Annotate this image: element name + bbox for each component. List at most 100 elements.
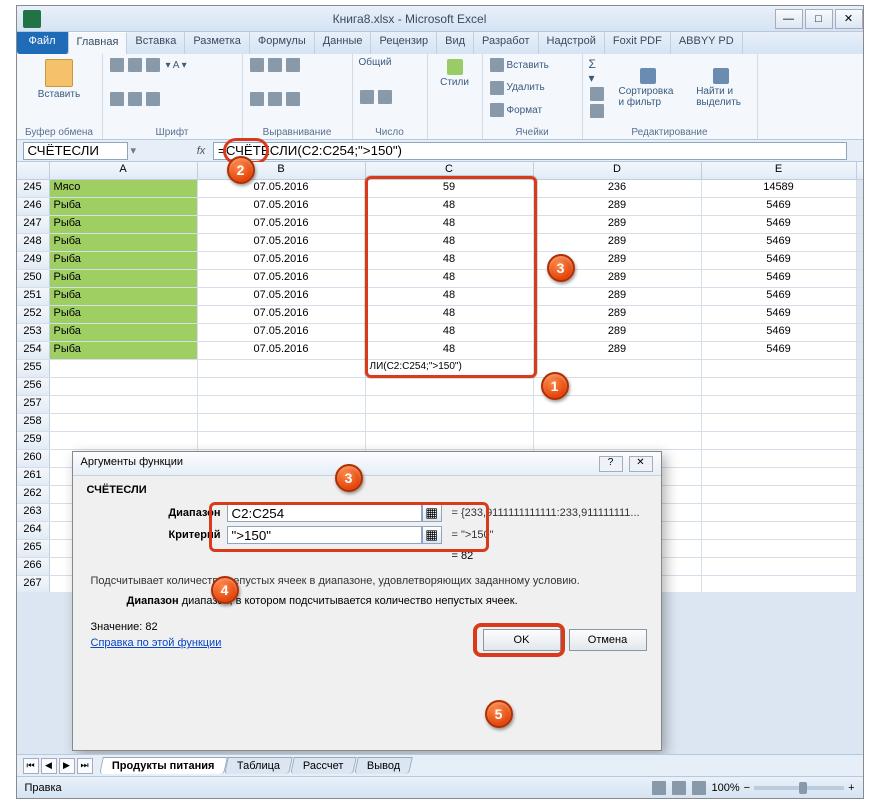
cell[interactable]: 5469 (702, 270, 857, 287)
arg2-range-button[interactable]: ▦ (422, 526, 442, 544)
cell[interactable]: Рыба (50, 198, 198, 215)
arg1-range-button[interactable]: ▦ (422, 504, 442, 522)
row-header[interactable]: 261 (17, 468, 50, 485)
tab-file[interactable]: Файл (17, 32, 69, 54)
cell[interactable]: 5469 (702, 324, 857, 341)
row-header[interactable]: 265 (17, 540, 50, 557)
cell[interactable]: 289 (534, 198, 702, 215)
row-header[interactable]: 260 (17, 450, 50, 467)
dialog-help-icon[interactable]: ? (599, 456, 623, 472)
tab-layout[interactable]: Разметка (185, 32, 250, 54)
cell[interactable]: 07.05.2016 (198, 270, 366, 287)
tab-review[interactable]: Рецензир (371, 32, 437, 54)
cell[interactable]: 07.05.2016 (198, 180, 366, 197)
cancel-button[interactable]: Отмена (569, 629, 647, 651)
fill-icon[interactable] (128, 92, 142, 106)
col-header-a[interactable]: A (50, 162, 198, 179)
cell[interactable]: 07.05.2016 (198, 252, 366, 269)
cell[interactable]: 48 (366, 342, 534, 359)
row-header[interactable]: 248 (17, 234, 50, 251)
dialog-close-icon[interactable]: ✕ (629, 456, 653, 472)
row-header[interactable]: 252 (17, 306, 50, 323)
view-normal-icon[interactable] (652, 781, 666, 795)
cell[interactable]: 5469 (702, 216, 857, 233)
font-color-icon[interactable] (146, 92, 160, 106)
cell[interactable]: 5469 (702, 288, 857, 305)
cell[interactable]: 07.05.2016 (198, 198, 366, 215)
sheet-nav-next[interactable]: ▶ (59, 758, 75, 774)
cell[interactable]: 48 (366, 198, 534, 215)
tab-dev[interactable]: Разработ (474, 32, 538, 54)
cell[interactable]: Рыба (50, 216, 198, 233)
maximize-button[interactable]: □ (805, 9, 833, 29)
arg1-input[interactable] (227, 504, 422, 522)
cell[interactable]: 48 (366, 270, 534, 287)
minimize-button[interactable]: — (775, 9, 803, 29)
underline-icon[interactable] (146, 58, 160, 72)
cell[interactable]: 48 (366, 324, 534, 341)
col-header-d[interactable]: D (534, 162, 702, 179)
row-header[interactable]: 258 (17, 414, 50, 431)
cell[interactable]: Рыба (50, 270, 198, 287)
cell[interactable]: Рыба (50, 234, 198, 251)
cell[interactable]: 48 (366, 234, 534, 251)
border-icon[interactable] (110, 92, 124, 106)
row-header[interactable]: 255 (17, 360, 50, 377)
row-header[interactable]: 264 (17, 522, 50, 539)
cell[interactable]: 289 (534, 342, 702, 359)
cell[interactable]: 5469 (702, 252, 857, 269)
row-header[interactable]: 247 (17, 216, 50, 233)
expand-icon[interactable]: ▾ (131, 144, 137, 157)
sheet-nav-prev[interactable]: ◀ (41, 758, 57, 774)
row-header[interactable]: 246 (17, 198, 50, 215)
bold-icon[interactable] (110, 58, 124, 72)
sheet-tab-3[interactable]: Рассчет (290, 757, 356, 774)
styles-button[interactable]: Стили (434, 57, 476, 90)
cell[interactable]: 48 (366, 306, 534, 323)
cell[interactable]: 236 (534, 180, 702, 197)
tab-foxit[interactable]: Foxit PDF (605, 32, 671, 54)
row-header[interactable]: 254 (17, 342, 50, 359)
cell[interactable]: 07.05.2016 (198, 288, 366, 305)
row-header[interactable]: 266 (17, 558, 50, 575)
row-header[interactable]: 263 (17, 504, 50, 521)
zoom-slider[interactable] (754, 786, 844, 790)
view-layout-icon[interactable] (672, 781, 686, 795)
sheet-nav-last[interactable]: ⏭ (77, 758, 93, 774)
sheet-tab-2[interactable]: Таблица (224, 757, 293, 774)
cell[interactable]: Рыба (50, 252, 198, 269)
active-cell[interactable]: ЛИ(C2:C254;">150") (366, 360, 534, 377)
row-header[interactable]: 250 (17, 270, 50, 287)
tab-addins[interactable]: Надстрой (539, 32, 605, 54)
tab-data[interactable]: Данные (315, 32, 372, 54)
cell[interactable]: 59 (366, 180, 534, 197)
col-header-e[interactable]: E (702, 162, 857, 179)
close-button[interactable]: ✕ (835, 9, 863, 29)
cell[interactable]: 5469 (702, 342, 857, 359)
sort-button[interactable]: Сортировка и фильтр (615, 66, 683, 110)
row-header[interactable]: 257 (17, 396, 50, 413)
cell[interactable]: 48 (366, 252, 534, 269)
cell[interactable]: 5469 (702, 306, 857, 323)
tab-formulas[interactable]: Формулы (250, 32, 315, 54)
cell[interactable]: 5469 (702, 234, 857, 251)
zoom-in[interactable]: + (848, 782, 854, 794)
tab-home[interactable]: Главная (69, 32, 128, 54)
cell[interactable]: 07.05.2016 (198, 216, 366, 233)
tab-abbyy[interactable]: ABBYY PD (671, 32, 743, 54)
italic-icon[interactable] (128, 58, 142, 72)
row-header[interactable]: 256 (17, 378, 50, 395)
cell[interactable]: Рыба (50, 288, 198, 305)
row-header[interactable]: 253 (17, 324, 50, 341)
col-header-c[interactable]: C (366, 162, 534, 179)
cell[interactable]: 289 (534, 306, 702, 323)
tab-insert[interactable]: Вставка (127, 32, 185, 54)
sheet-tab-1[interactable]: Продукты питания (99, 757, 227, 774)
find-button[interactable]: Найти и выделить (692, 66, 750, 110)
cell[interactable]: Рыба (50, 342, 198, 359)
row-header[interactable]: 251 (17, 288, 50, 305)
view-break-icon[interactable] (692, 781, 706, 795)
row-header[interactable]: 249 (17, 252, 50, 269)
sheet-tab-4[interactable]: Вывод (354, 757, 413, 774)
fx-icon[interactable]: fx (192, 145, 210, 157)
